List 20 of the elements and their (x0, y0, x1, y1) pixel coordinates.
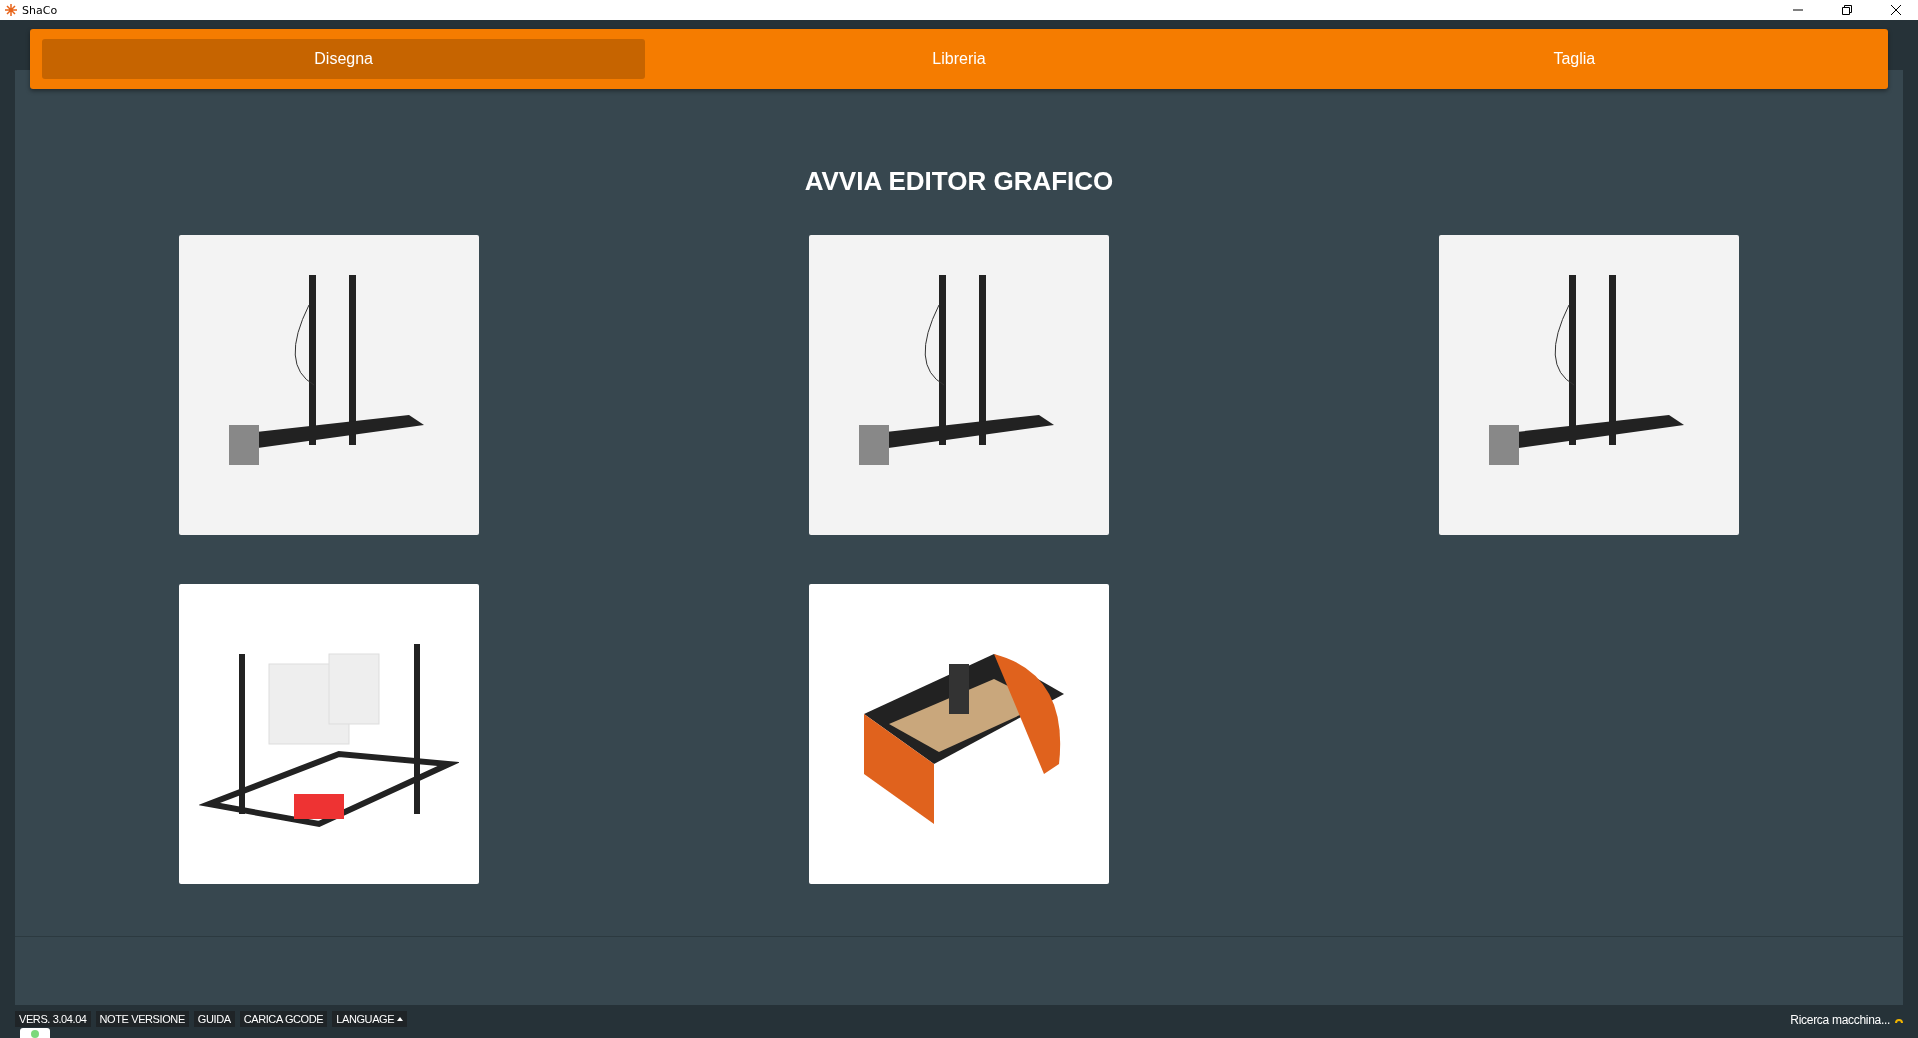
tab[interactable]: Disegna (42, 39, 646, 79)
restore-icon (1841, 5, 1852, 15)
machine-photo[interactable] (1439, 235, 1739, 535)
footer-button[interactable]: CARICA GCODE (239, 1011, 328, 1027)
status-text: Ricerca macchina... (1790, 1013, 1890, 1027)
machine-photo[interactable] (809, 584, 1109, 884)
close-icon (1890, 5, 1901, 15)
footer-button[interactable]: LANGUAGE (332, 1011, 408, 1027)
machine-photo[interactable] (809, 235, 1109, 535)
app-logo-icon (4, 3, 18, 17)
spinner-icon (1895, 1016, 1903, 1024)
caret-icon (397, 1017, 404, 1021)
machine-photo[interactable] (179, 235, 479, 535)
footer-button[interactable]: NOTE VERSIONE (95, 1011, 189, 1027)
machine-photo[interactable] (179, 584, 479, 884)
status-dot-icon (31, 1030, 39, 1038)
footer-button[interactable]: GUIDA (193, 1011, 235, 1027)
section-heading: AVVIA EDITOR GRAFICO (804, 166, 1114, 197)
window-title: ShaCo (22, 3, 58, 17)
footer-button[interactable]: VERS. 3.04.04 (15, 1011, 91, 1027)
